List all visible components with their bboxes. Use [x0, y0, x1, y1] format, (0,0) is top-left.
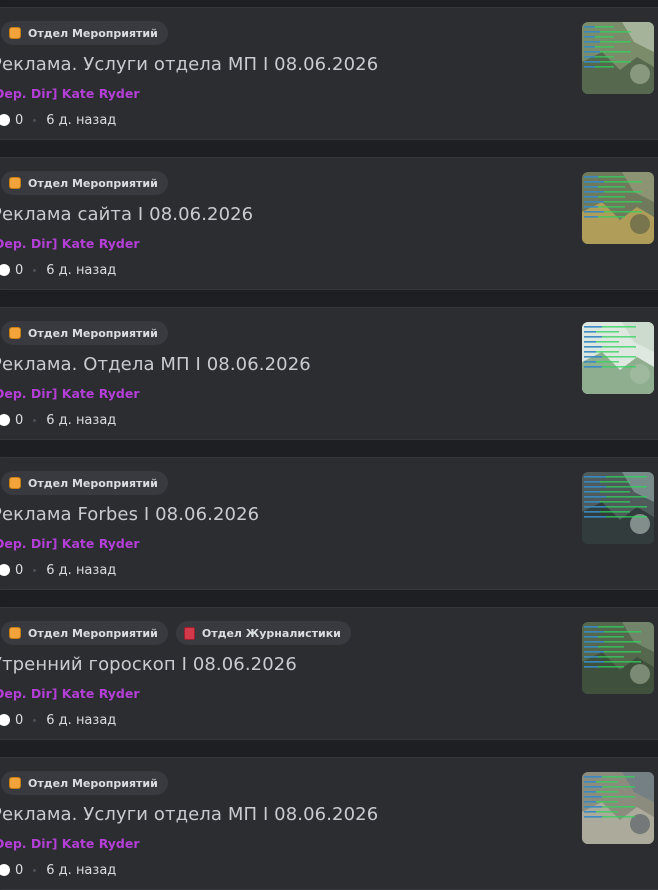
forum-post-card[interactable]: Отдел Мероприятий Реклама. Отдела МП I 08… [0, 307, 658, 440]
post-author[interactable]: Dep. Dir] Kate Ryder [0, 386, 140, 401]
post-tags: Отдел Мероприятий [1, 471, 168, 495]
post-thumbnail-image[interactable] [582, 22, 654, 94]
post-tags: Отдел Мероприятий [1, 171, 168, 195]
reply-count: 0 [15, 712, 24, 728]
separator-dot [33, 418, 37, 422]
post-time: 6 д. назад [46, 262, 117, 278]
post-meta: 0 6 д. назад [0, 412, 117, 428]
reply-count: 0 [15, 112, 24, 128]
post-tag-label: Отдел Мероприятий [28, 476, 158, 490]
post-tags: Отдел Мероприятий Отдел Журналистики [1, 621, 351, 645]
post-tags: Отдел Мероприятий [1, 321, 168, 345]
post-tag[interactable]: Отдел Мероприятий [1, 171, 168, 195]
post-meta: 0 6 д. назад [0, 862, 117, 878]
forum-post-card[interactable]: Отдел Мероприятий Реклама Forbes I 08.06.… [0, 457, 658, 590]
post-time: 6 д. назад [46, 862, 117, 878]
reply-count-icon [0, 414, 10, 426]
separator-dot [33, 718, 37, 722]
orange-square-icon [9, 477, 21, 489]
post-tag-label: Отдел Журналистики [201, 626, 341, 640]
post-time: 6 д. назад [46, 562, 117, 578]
forum-post-card[interactable]: Отдел Мероприятий Реклама. Услуги отдела … [0, 7, 658, 140]
post-title[interactable]: Реклама. Отдела МП I 08.06.2026 [0, 354, 311, 375]
reply-count: 0 [15, 862, 24, 878]
post-thumbnail-image[interactable] [582, 622, 654, 694]
post-tag-label: Отдел Мероприятий [28, 626, 158, 640]
post-thumbnail-image[interactable] [582, 772, 654, 844]
post-thumbnail-image[interactable] [582, 322, 654, 394]
post-meta: 0 6 д. назад [0, 712, 117, 728]
orange-square-icon [9, 327, 21, 339]
post-thumbnail-image[interactable] [582, 472, 654, 544]
separator-dot [33, 118, 37, 122]
reply-count-icon [0, 264, 10, 276]
forum-post-card[interactable]: Отдел Мероприятий Реклама. Услуги отдела … [0, 757, 658, 890]
post-tag[interactable]: Отдел Мероприятий [1, 321, 168, 345]
orange-square-icon [9, 27, 21, 39]
post-tag-label: Отдел Мероприятий [28, 776, 158, 790]
post-author[interactable]: Dep. Dir] Kate Ryder [0, 536, 140, 551]
post-meta: 0 6 д. назад [0, 112, 117, 128]
post-meta: 0 6 д. назад [0, 262, 117, 278]
orange-square-icon [9, 627, 21, 639]
post-time: 6 д. назад [46, 412, 117, 428]
post-title[interactable]: Реклама. Услуги отдела МП I 08.06.2026 [0, 804, 378, 825]
post-tag-label: Отдел Мероприятий [28, 176, 158, 190]
post-tag[interactable]: Отдел Журналистики [175, 621, 351, 645]
separator-dot [33, 868, 37, 872]
post-tag[interactable]: Отдел Мероприятий [1, 21, 168, 45]
post-time: 6 д. назад [46, 112, 117, 128]
post-meta: 0 6 д. назад [0, 562, 117, 578]
reply-count-icon [0, 714, 10, 726]
post-tag-label: Отдел Мероприятий [28, 326, 158, 340]
post-author[interactable]: Dep. Dir] Kate Ryder [0, 686, 140, 701]
post-author[interactable]: Dep. Dir] Kate Ryder [0, 836, 140, 851]
separator-dot [33, 268, 37, 272]
reply-count: 0 [15, 562, 24, 578]
red-book-icon [183, 626, 195, 640]
post-title[interactable]: Реклама. Услуги отдела МП I 08.06.2026 [0, 54, 378, 75]
separator-dot [33, 568, 37, 572]
post-tag[interactable]: Отдел Мероприятий [1, 471, 168, 495]
post-author[interactable]: Dep. Dir] Kate Ryder [0, 86, 140, 101]
reply-count: 0 [15, 412, 24, 428]
forum-post-card[interactable]: Отдел Мероприятий Реклама сайта I 08.06.2… [0, 157, 658, 290]
post-tags: Отдел Мероприятий [1, 771, 168, 795]
reply-count: 0 [15, 262, 24, 278]
forum-post-card[interactable]: Отдел Мероприятий Отдел Журналистики Утрен… [0, 607, 658, 740]
post-time: 6 д. назад [46, 712, 117, 728]
post-tag[interactable]: Отдел Мероприятий [1, 621, 168, 645]
reply-count-icon [0, 114, 10, 126]
post-title[interactable]: Реклама сайта I 08.06.2026 [0, 204, 253, 225]
orange-square-icon [9, 777, 21, 789]
forum-post-list: Отдел Мероприятий Реклама. Услуги отдела … [0, 0, 658, 890]
reply-count-icon [0, 864, 10, 876]
post-title[interactable]: Утренний гороскоп I 08.06.2026 [0, 654, 297, 675]
post-title[interactable]: Реклама Forbes I 08.06.2026 [0, 504, 259, 525]
reply-count-icon [0, 564, 10, 576]
post-tag[interactable]: Отдел Мероприятий [1, 771, 168, 795]
post-thumbnail-image[interactable] [582, 172, 654, 244]
orange-square-icon [9, 177, 21, 189]
post-tag-label: Отдел Мероприятий [28, 26, 158, 40]
post-author[interactable]: Dep. Dir] Kate Ryder [0, 236, 140, 251]
post-tags: Отдел Мероприятий [1, 21, 168, 45]
